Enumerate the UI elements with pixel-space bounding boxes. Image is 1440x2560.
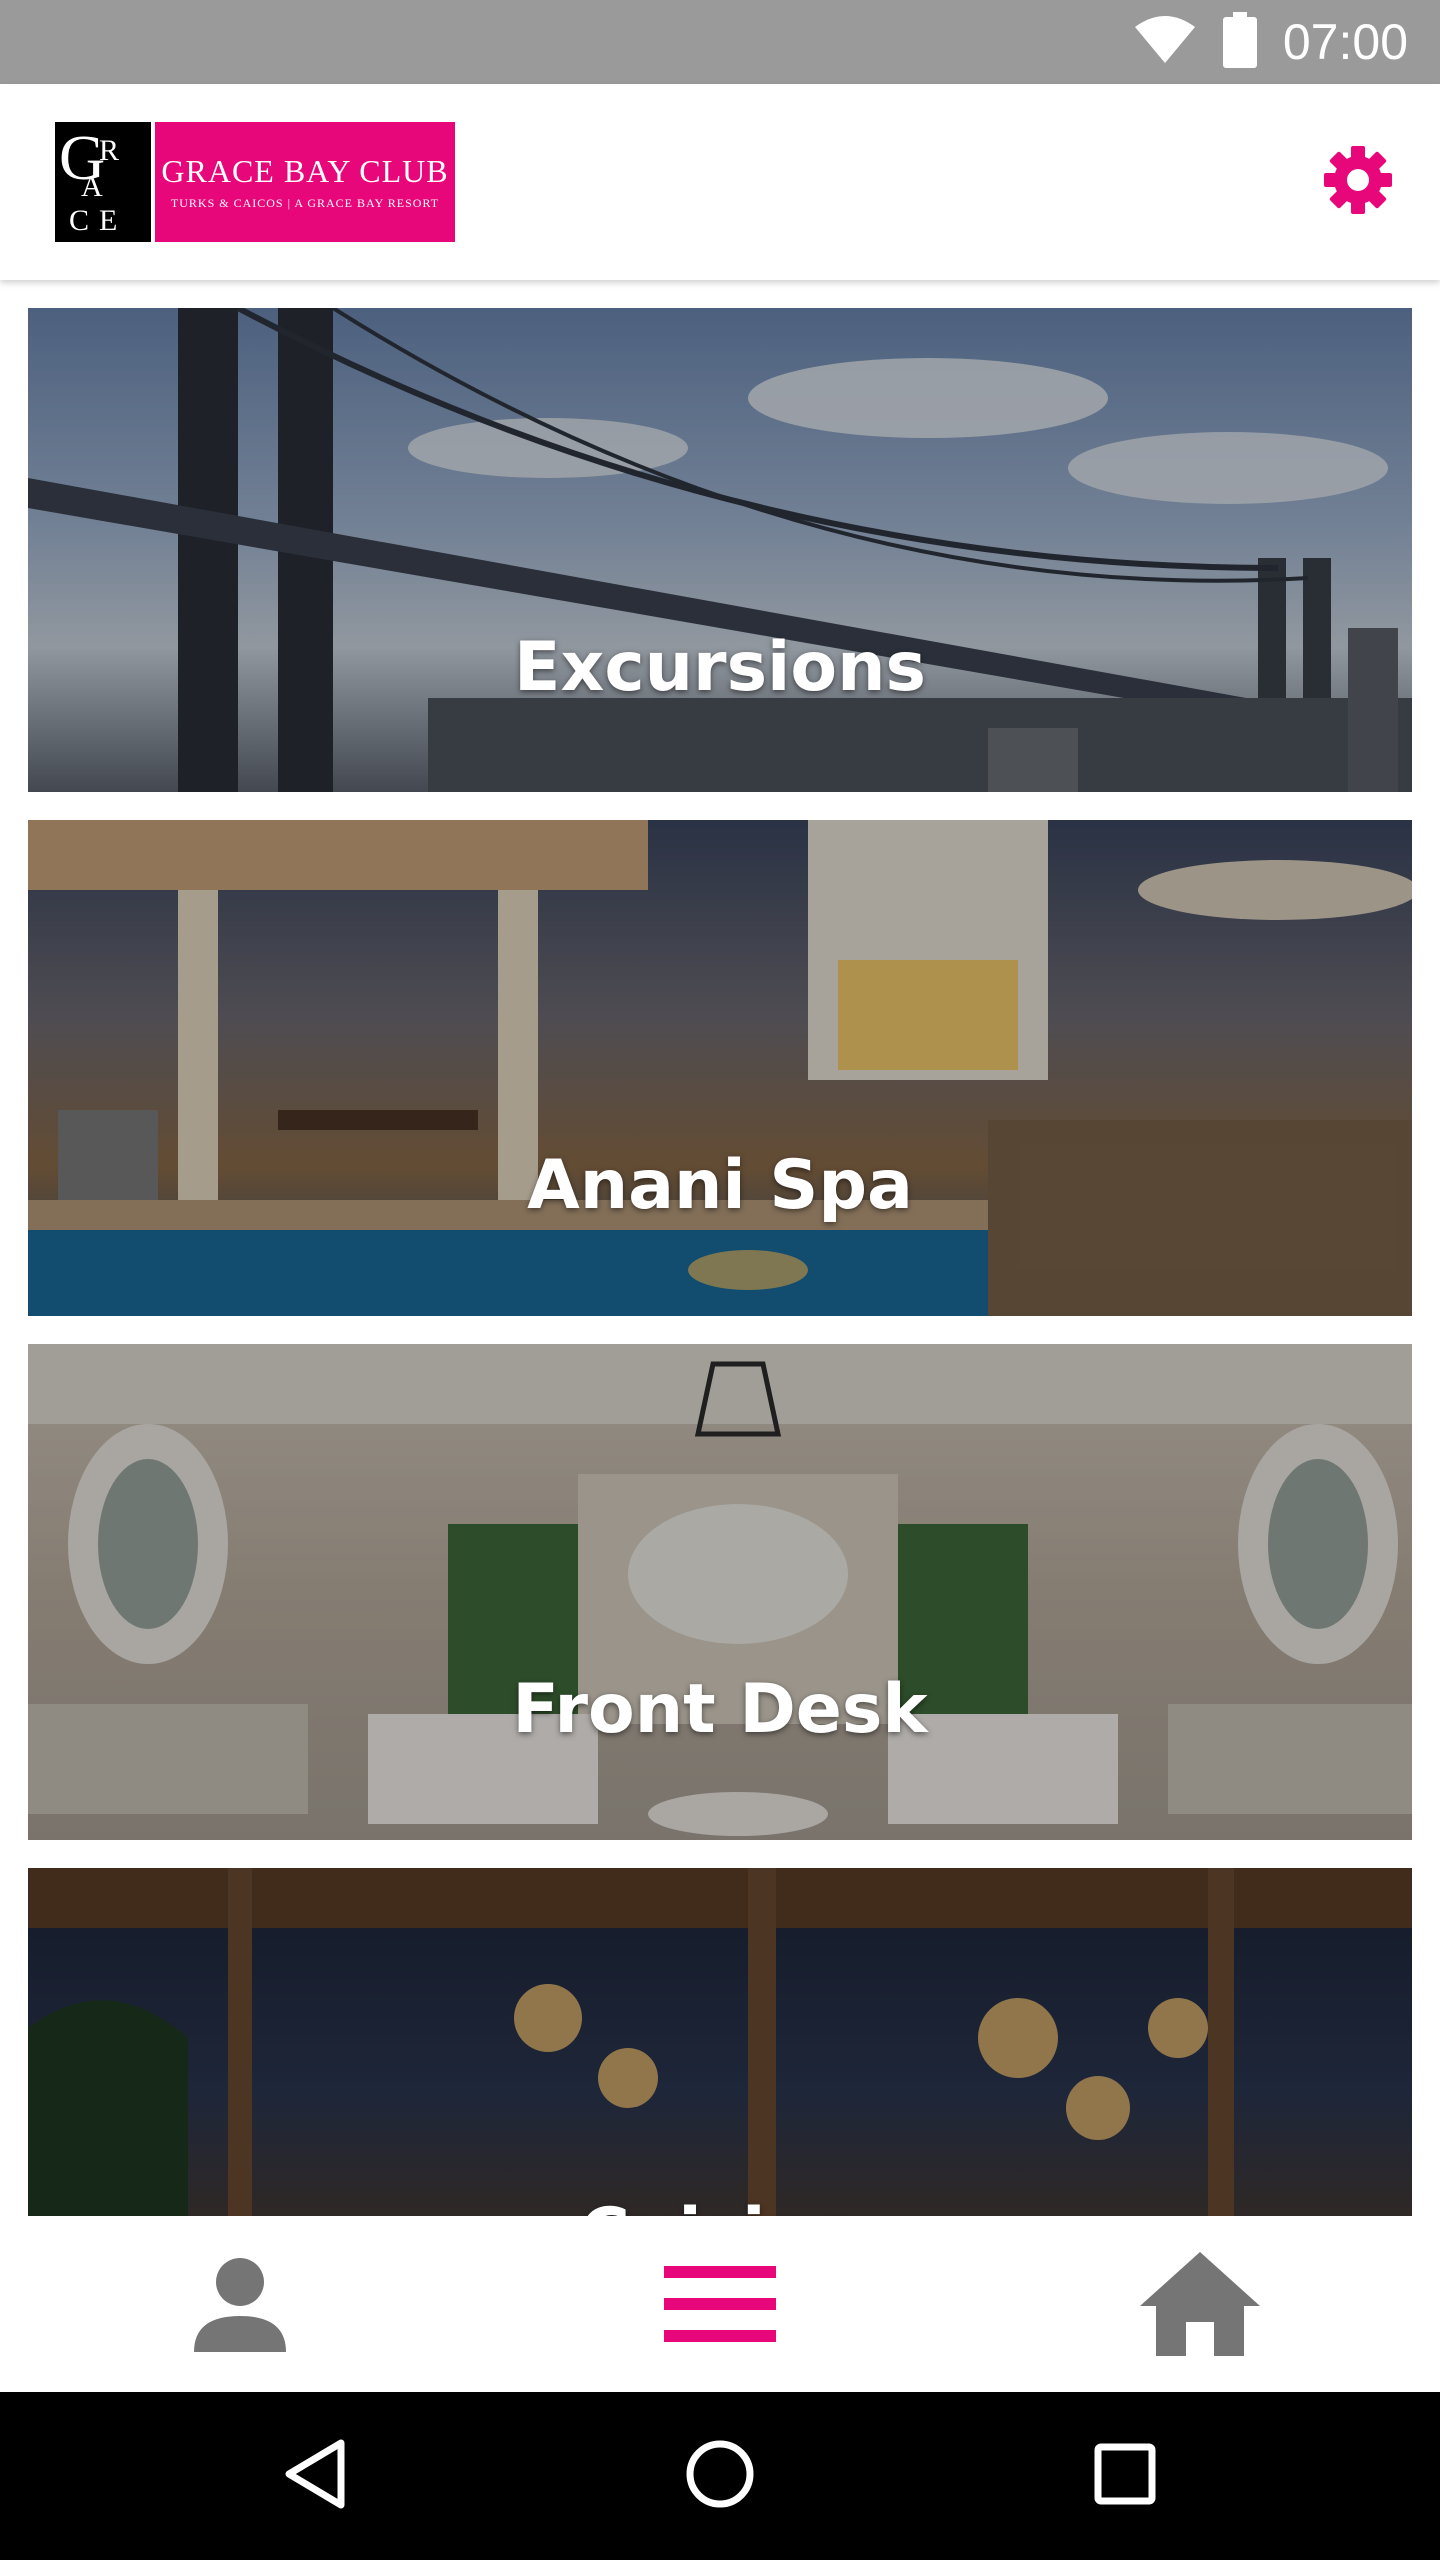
card-title: Cuisine (28, 2194, 1412, 2216)
system-navigation-bar (0, 2392, 1440, 2560)
system-recents-button[interactable] (1075, 2426, 1175, 2526)
logo-subtitle: TURKS & CAICOS | A GRACE BAY RESORT (170, 196, 440, 210)
bottom-navigation (0, 2216, 1440, 2392)
system-home-button[interactable] (670, 2426, 770, 2526)
logo-mark: G R A C E (55, 122, 151, 242)
card-overlay (28, 308, 1412, 792)
wifi-icon (1133, 15, 1197, 69)
home-button[interactable] (1130, 2246, 1270, 2366)
card-title: Front Desk (512, 1670, 928, 1749)
app-bar: G R A C E GRACE BAY CLUB TURKS & CAICOS … (0, 84, 1440, 280)
status-bar: 07:00 (0, 0, 1440, 84)
card-overlay (28, 1344, 1412, 1840)
menu-card-excursions[interactable]: Excursions (28, 308, 1412, 792)
card-title: Excursions (514, 628, 926, 707)
back-icon (283, 2439, 347, 2513)
menu-card-front-desk[interactable]: Front Desk (28, 1344, 1412, 1840)
card-title: Anani Spa (527, 1146, 913, 1225)
menu-button[interactable] (650, 2246, 790, 2366)
card-overlay (28, 1868, 1412, 2216)
grace-bay-club-logo: G R A C E GRACE BAY CLUB TURKS & CAICOS … (55, 122, 455, 242)
system-back-button[interactable] (265, 2426, 365, 2526)
recents-icon (1094, 2443, 1156, 2509)
status-icons: 07:00 (1133, 0, 1408, 84)
person-icon (188, 2252, 292, 2360)
gear-icon (1322, 144, 1394, 220)
menu-card-anani-spa[interactable]: Anani Spa (28, 820, 1412, 1316)
card-overlay (28, 820, 1412, 1316)
battery-icon (1222, 12, 1257, 72)
home-circle-icon (685, 2439, 755, 2513)
settings-button[interactable] (1320, 144, 1396, 220)
menu-card-cuisine[interactable]: Cuisine (28, 1868, 1412, 2216)
home-icon (1140, 2252, 1260, 2360)
logo-plate: GRACE BAY CLUB TURKS & CAICOS | A GRACE … (155, 122, 455, 242)
status-time: 07:00 (1282, 14, 1408, 70)
logo-name: GRACE BAY CLUB (161, 153, 449, 189)
menu-icon (664, 2266, 776, 2346)
profile-button[interactable] (170, 2246, 310, 2366)
menu-list: Excursions Anani Spa Front Desk (28, 308, 1412, 2216)
